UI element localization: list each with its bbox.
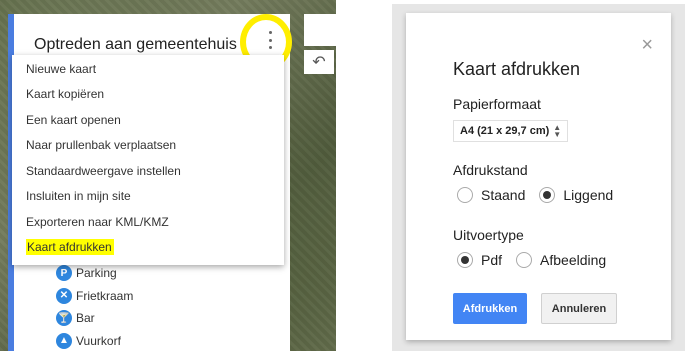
select-arrows-icon: ▲ ▼ [553, 122, 562, 139]
output-option-image[interactable]: Afbeelding [516, 252, 606, 268]
fire-icon: ▲ [56, 332, 72, 349]
radio-unchecked [516, 252, 533, 268]
layer-label: Parking [76, 266, 117, 280]
orientation-option-portrait[interactable]: Staand [457, 187, 525, 203]
radio-checked [539, 187, 556, 203]
print-button[interactable]: Afdrukken [453, 293, 527, 324]
cocktail-icon: 🍸 [56, 310, 72, 326]
menu-item-label: Standaardweergave instellen [26, 163, 181, 178]
paper-size-label: Papierformaat [453, 96, 541, 112]
paper-size-value: A4 (21 x 29,7 cm) [460, 125, 550, 137]
orientation-option-landscape[interactable]: Liggend [539, 187, 613, 203]
layer-label: Frietkraam [76, 288, 134, 303]
menu-item-embed[interactable]: Insluiten in mijn site [12, 184, 284, 210]
paper-size-select[interactable]: A4 (21 x 29,7 cm) ▲ ▼ [453, 120, 569, 142]
layer-label: Bar [76, 311, 95, 325]
menu-item-label: Insluiten in mijn site [26, 189, 131, 204]
radio-label: Afbeelding [540, 252, 607, 268]
menu-item-label: Exporteren naar KML/KMZ [26, 214, 169, 229]
close-icon[interactable]: × [641, 35, 653, 55]
menu-item-export-kml[interactable]: Exporteren naar KML/KMZ [12, 209, 284, 235]
menu-item-label: Naar prullenbak verplaatsen [26, 138, 177, 153]
parking-icon: P [56, 265, 72, 281]
radio-label: Liggend [563, 187, 614, 203]
radio-checked [457, 252, 473, 268]
menu-item-open-map[interactable]: Een kaart openen [12, 107, 284, 133]
layer-item-vuurkorf[interactable]: ▲ Vuurkorf [56, 330, 133, 351]
radio-label: Staand [481, 187, 526, 203]
radio-label: Pdf [481, 252, 503, 268]
menu-item-copy-map[interactable]: Kaart kopiëren [12, 82, 284, 108]
menu-item-label: Een kaart openen [26, 112, 121, 127]
layer-list: P Parking ✕ Frietkraam 🍸 Bar ▲ Vuurkorf [56, 262, 133, 351]
map-panel: Optreden aan gemeentehuis P Parking ✕ Fr… [0, 0, 336, 351]
map-options-menu: Nieuwe kaart Kaart kopiëren Een kaart op… [12, 55, 284, 265]
layer-label: Vuurkorf [76, 333, 121, 348]
undo-button[interactable]: ↶ [304, 50, 334, 74]
menu-item-set-default-view[interactable]: Standaardweergave instellen [12, 158, 284, 184]
undo-arrow-icon: ↶ [312, 54, 326, 71]
radio-unchecked [457, 187, 473, 203]
dialog-title: Kaart afdrukken [453, 59, 581, 79]
output-type-radio-group: Pdf Afbeelding [457, 252, 620, 268]
menu-item-new-map[interactable]: Nieuwe kaart [12, 56, 284, 82]
orientation-radio-group: Staand Liggend [457, 187, 627, 203]
map-control-box[interactable] [304, 14, 336, 46]
menu-item-print-map[interactable]: Kaart afdrukken [12, 235, 284, 261]
menu-item-label: Kaart afdrukken [26, 239, 114, 256]
close-circle-icon: ✕ [56, 287, 72, 304]
dialog-backdrop: × Kaart afdrukken Papierformaat A4 (21 x… [392, 4, 685, 351]
output-option-pdf[interactable]: Pdf [457, 252, 502, 268]
print-dialog: × Kaart afdrukken Papierformaat A4 (21 x… [406, 13, 671, 340]
map-title: Optreden aan gemeentehuis [34, 36, 237, 53]
menu-item-label: Kaart kopiëren [26, 87, 105, 102]
output-type-label: Uitvoertype [453, 227, 524, 243]
menu-item-label: Nieuwe kaart [26, 61, 97, 76]
layer-item-frietkraam[interactable]: ✕ Frietkraam [56, 285, 133, 307]
layer-item-parking[interactable]: P Parking [56, 262, 133, 284]
cancel-button[interactable]: Annuleren [541, 293, 617, 324]
layer-item-bar[interactable]: 🍸 Bar [56, 307, 133, 329]
menu-item-move-to-trash[interactable]: Naar prullenbak verplaatsen [12, 133, 284, 159]
orientation-label: Afdrukstand [453, 162, 528, 178]
